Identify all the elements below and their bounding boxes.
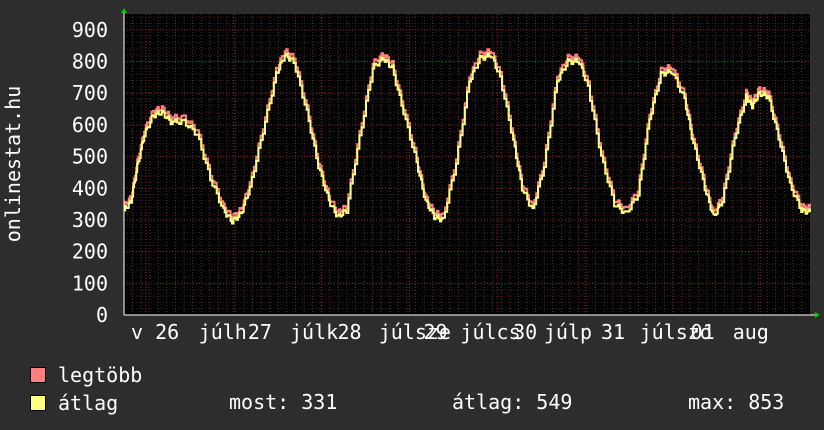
stat-atlag: átlag: 549 <box>452 390 572 414</box>
x-tick-label: 29 <box>424 320 448 344</box>
x-tick-label: júlp <box>544 320 592 344</box>
stat-most-label: most: <box>229 390 290 414</box>
legend-item-legtobb: legtöbb <box>30 362 142 388</box>
y-tick-label: 100 <box>72 271 108 295</box>
stat-most: most: 331 <box>229 390 337 414</box>
y-tick-label: 900 <box>72 18 108 42</box>
y-tick-label: 200 <box>72 240 108 264</box>
x-tick-label: 31 <box>601 320 625 344</box>
y-axis: 0 100 200 300 400 500 600 700 800 900 <box>72 18 108 327</box>
y-tick-label: 500 <box>72 145 108 169</box>
x-tick-label: v 26 <box>131 320 179 344</box>
x-tick-label: júlcs <box>460 320 520 344</box>
legend-swatch-legtobb <box>30 367 46 383</box>
stat-max-label: max: <box>688 390 737 414</box>
y-axis-label: onlinestat.hu <box>1 86 25 243</box>
x-tick-label: aug <box>733 320 769 344</box>
legend-label-atlag: átlag <box>58 391 119 415</box>
stat-atlag-value: 549 <box>536 390 573 414</box>
x-axis: v 26 júlh 27 júlk 28 júlsze29 júlcs30 júlp 31 júl… <box>131 320 769 344</box>
legend-swatch-atlag <box>30 395 46 411</box>
y-tick-label: 0 <box>96 303 108 327</box>
stat-most-value: 331 <box>301 390 338 414</box>
y-axis-arrow <box>121 8 127 13</box>
x-tick-label: 30 <box>513 320 537 344</box>
legend-label-legtobb: legtöbb <box>58 363 143 387</box>
x-tick-label: 27 <box>248 320 272 344</box>
stat-max: max: 853 <box>688 390 784 414</box>
stat-atlag-label: átlag: <box>452 390 525 414</box>
grid <box>124 14 810 315</box>
x-tick-label: júlk <box>290 320 338 344</box>
x-tick-label: 28 <box>337 320 361 344</box>
stat-max-value: 853 <box>748 390 785 414</box>
x-tick-label: 01 <box>691 320 715 344</box>
y-tick-label: 300 <box>72 208 108 232</box>
x-axis-arrow <box>815 312 820 318</box>
y-tick-label: 600 <box>72 113 108 137</box>
x-tick-label: júlh <box>199 320 247 344</box>
y-tick-label: 800 <box>72 50 108 74</box>
legend-item-atlag: átlag <box>30 390 118 416</box>
y-tick-label: 700 <box>72 81 108 105</box>
y-tick-label: 400 <box>72 176 108 200</box>
